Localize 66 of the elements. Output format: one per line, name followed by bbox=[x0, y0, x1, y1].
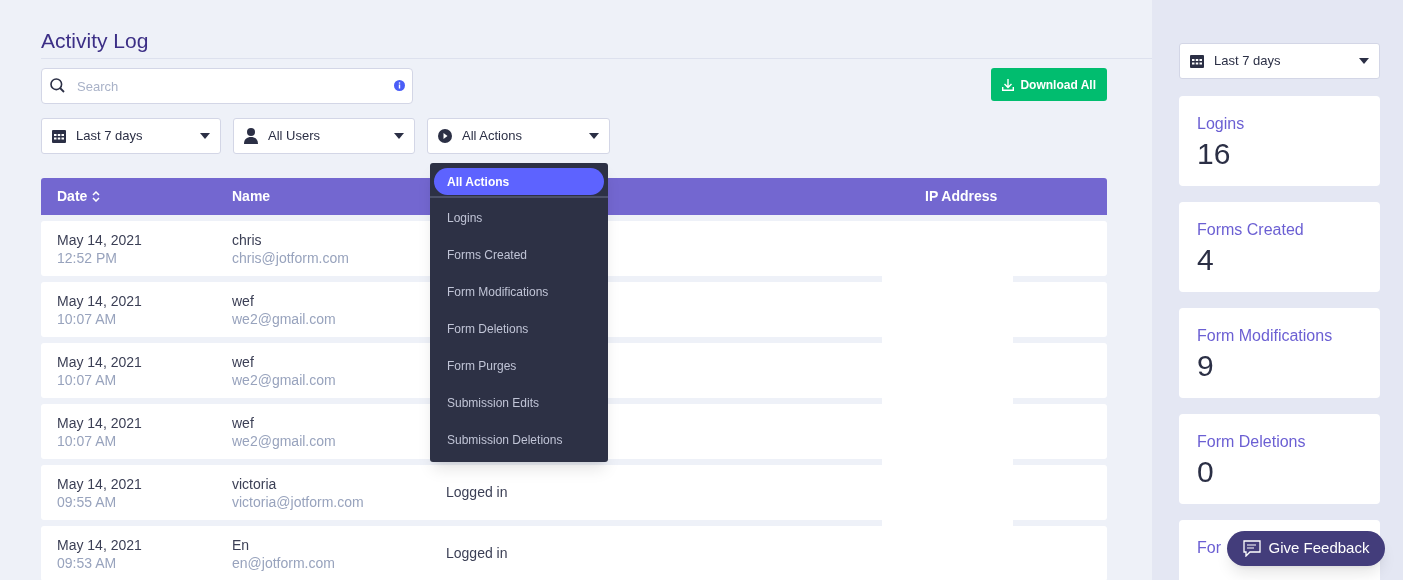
date-text: May 14, 2021 bbox=[57, 535, 143, 554]
menu-item[interactable]: Form Purges bbox=[430, 347, 608, 384]
search-icon bbox=[50, 78, 65, 93]
time-text: 12:52 PM bbox=[57, 248, 118, 267]
user-name: victoria bbox=[232, 474, 278, 493]
user-name: chris bbox=[232, 230, 263, 249]
stat-value: 16 bbox=[1197, 136, 1232, 172]
info-icon[interactable] bbox=[394, 80, 405, 91]
stat-label: Form Deletions bbox=[1197, 432, 1306, 452]
play-icon bbox=[438, 129, 452, 143]
time-text: 10:07 AM bbox=[57, 309, 118, 328]
page-title: Activity Log bbox=[41, 28, 1152, 59]
download-icon bbox=[1002, 78, 1015, 91]
caret-icon bbox=[589, 133, 599, 139]
menu-item[interactable]: Submission Deletions bbox=[430, 421, 608, 458]
time-text: 10:07 AM bbox=[57, 431, 118, 450]
date-text: May 14, 2021 bbox=[57, 474, 143, 493]
filter-dropdown[interactable]: Last 7 days bbox=[1179, 43, 1380, 79]
menu-item[interactable]: Forms Created bbox=[430, 236, 608, 273]
feedback-button[interactable]: Give Feedback bbox=[1227, 531, 1385, 566]
stat-label: For bbox=[1197, 538, 1221, 558]
stat-label: Form Modifications bbox=[1197, 326, 1333, 346]
calendar-icon bbox=[52, 129, 66, 143]
filter-dropdown[interactable]: All Users bbox=[233, 118, 415, 154]
comment-icon bbox=[1242, 540, 1261, 557]
stat-value: 4 bbox=[1197, 242, 1215, 278]
menu-item[interactable]: All Actions bbox=[434, 168, 604, 195]
column-header: Name bbox=[232, 187, 271, 206]
date-text: May 14, 2021 bbox=[57, 230, 143, 249]
date-text: May 14, 2021 bbox=[57, 352, 143, 371]
user-email: en@jotform.com bbox=[232, 553, 336, 572]
stat-value: 0 bbox=[1197, 454, 1215, 490]
menu-item[interactable]: Submission Edits bbox=[430, 384, 608, 421]
stat-label: Logins bbox=[1197, 114, 1245, 134]
user-name: wef bbox=[232, 291, 255, 310]
caret-icon bbox=[394, 133, 404, 139]
time-text: 09:53 AM bbox=[57, 553, 118, 572]
caret-icon bbox=[1359, 58, 1369, 64]
stat-label: Forms Created bbox=[1197, 220, 1304, 240]
menu-item[interactable]: Logins bbox=[430, 199, 608, 236]
date-text: May 14, 2021 bbox=[57, 413, 143, 432]
user-email: we2@gmail.com bbox=[232, 431, 337, 450]
caret-icon bbox=[200, 133, 210, 139]
column-header[interactable]: Date bbox=[57, 186, 88, 207]
user-email: we2@gmail.com bbox=[232, 309, 337, 328]
user-icon bbox=[244, 128, 258, 144]
sort-icon[interactable] bbox=[92, 191, 101, 202]
stat-value: 9 bbox=[1197, 348, 1215, 384]
column-header: IP Address bbox=[925, 187, 998, 206]
filter-dropdown[interactable]: Last 7 days bbox=[41, 118, 221, 154]
action-text: Logged in bbox=[446, 545, 508, 561]
user-email: we2@gmail.com bbox=[232, 370, 337, 389]
user-email: victoria@jotform.com bbox=[232, 492, 365, 511]
search-field[interactable]: Search bbox=[41, 68, 413, 104]
date-text: May 14, 2021 bbox=[57, 291, 143, 310]
user-name: wef bbox=[232, 413, 255, 432]
calendar-icon bbox=[1190, 54, 1204, 68]
menu-item[interactable]: Form Modifications bbox=[430, 273, 608, 310]
user-name: En bbox=[232, 535, 251, 554]
action-text: Logged in bbox=[446, 484, 508, 500]
time-text: 09:55 AM bbox=[57, 492, 118, 511]
user-name: wef bbox=[232, 352, 255, 371]
user-email: chris@jotform.com bbox=[232, 248, 350, 267]
menu-item[interactable]: Form Deletions bbox=[430, 310, 608, 347]
time-text: 10:07 AM bbox=[57, 370, 118, 389]
filter-dropdown[interactable]: All Actions bbox=[427, 118, 610, 154]
